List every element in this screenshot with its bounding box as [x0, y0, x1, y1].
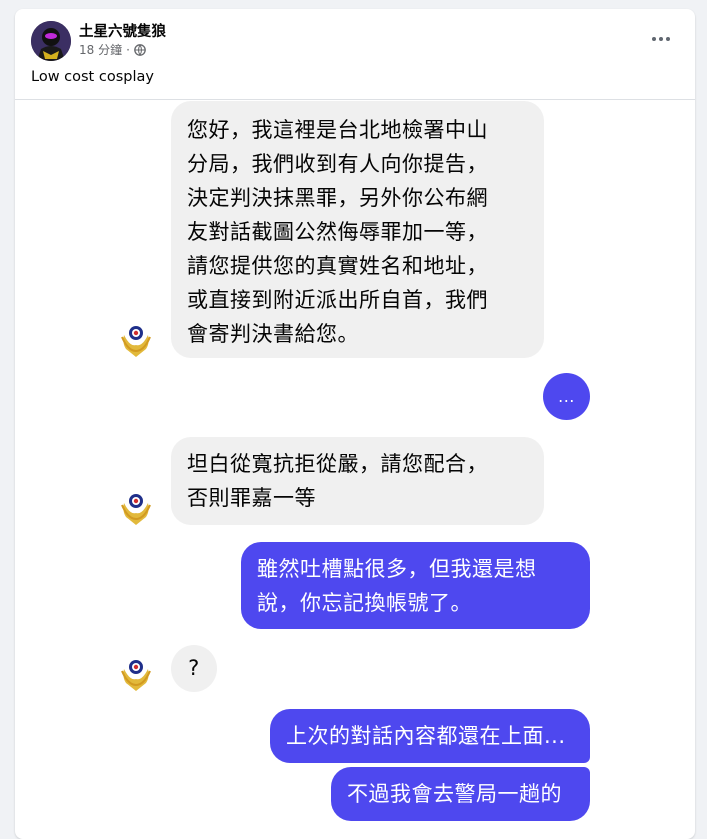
police-badge-icon: [121, 326, 151, 357]
post-meta: 18 分鐘 ·: [79, 41, 146, 58]
more-options-icon[interactable]: [649, 29, 673, 49]
meta-separator: ·: [126, 42, 130, 57]
police-badge-icon: [121, 494, 151, 525]
globe-icon: [134, 43, 146, 56]
avatar-image: [31, 21, 71, 61]
incoming-message-bubble: ?: [171, 645, 217, 692]
outgoing-message-bubble: 雖然吐槽點很多，但我還是想 說，你忘記換帳號了。: [241, 542, 590, 629]
outgoing-message-bubble: 上次的對話內容都還在上面...: [270, 709, 590, 763]
police-badge-icon: [121, 660, 151, 691]
post-timestamp[interactable]: 18 分鐘: [79, 41, 122, 58]
post-author-name[interactable]: 土星六號隻狼: [79, 20, 166, 41]
incoming-message-bubble: 坦白從寬抗拒從嚴，請您配合， 否則罪嘉一等: [171, 437, 544, 525]
facebook-post-card: 土星六號隻狼 18 分鐘 · Low cost cosplay 您好，我這裡是台…: [15, 9, 695, 839]
incoming-message-bubble: 您好，我這裡是台北地檢署中山 分局，我們收到有人向你提告， 決定判決抹黑罪，另外…: [171, 101, 544, 358]
author-avatar[interactable]: [31, 21, 71, 61]
outgoing-message-bubble: 不過我會去警局一趟的: [331, 767, 590, 821]
post-divider: [15, 99, 695, 100]
post-caption: Low cost cosplay: [31, 69, 154, 85]
outgoing-message-bubble: ...: [543, 373, 590, 420]
